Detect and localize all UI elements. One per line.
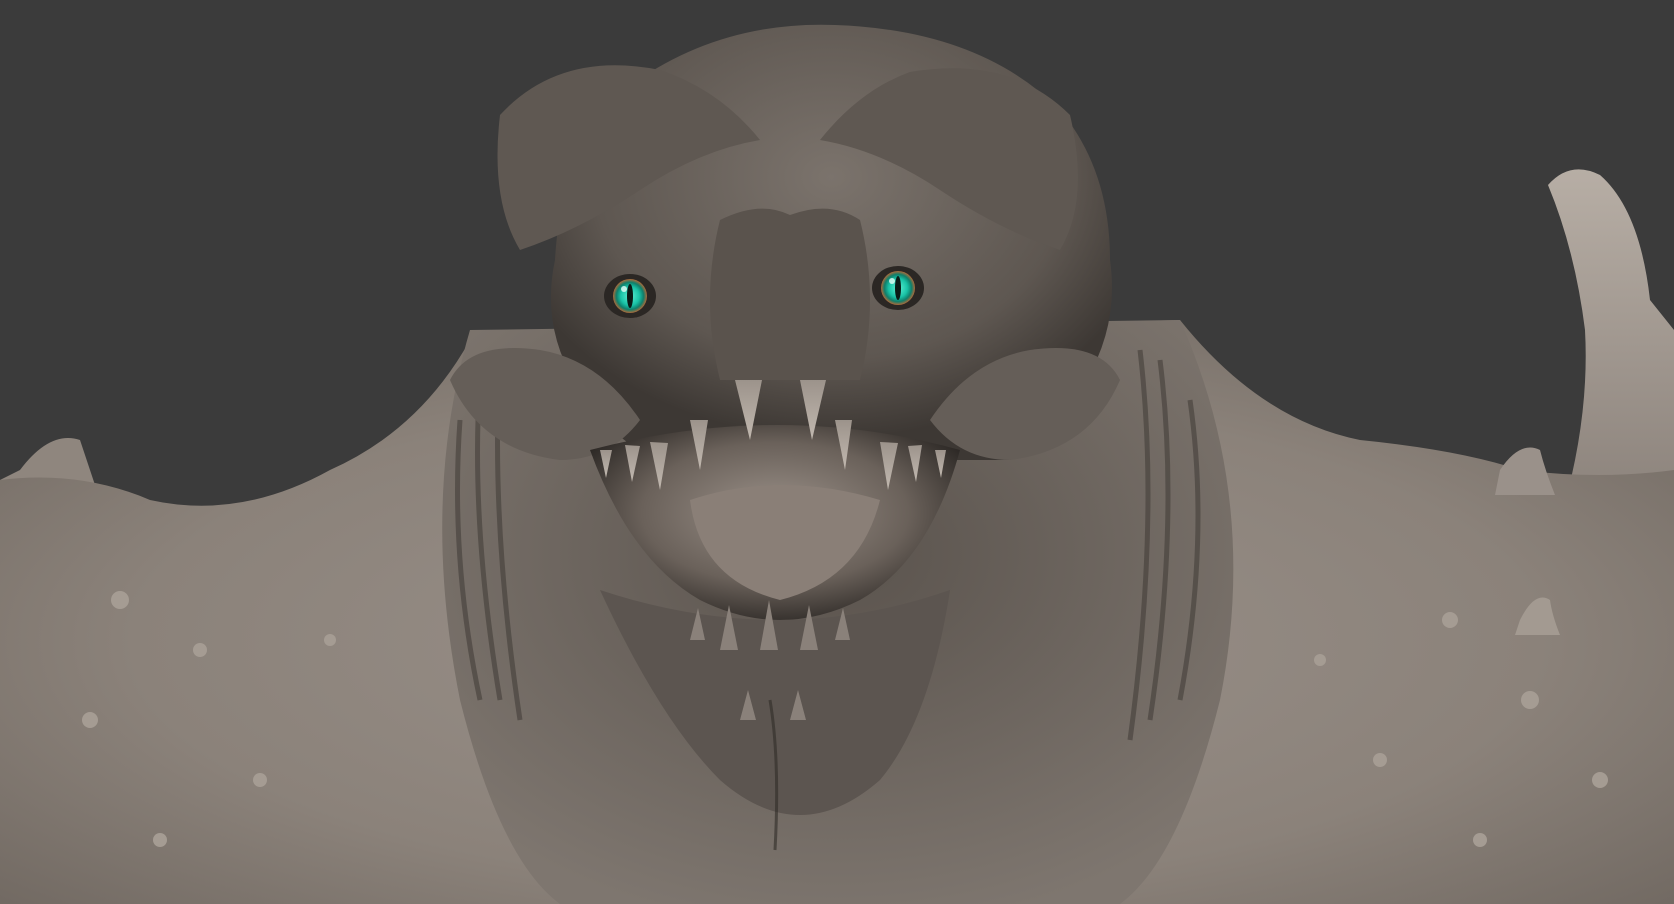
right-eye xyxy=(872,266,924,310)
creature-sculpt-render xyxy=(0,0,1674,904)
snout xyxy=(710,208,870,380)
creature-sculpt-viewport xyxy=(0,0,1674,904)
left-eye xyxy=(604,274,656,318)
